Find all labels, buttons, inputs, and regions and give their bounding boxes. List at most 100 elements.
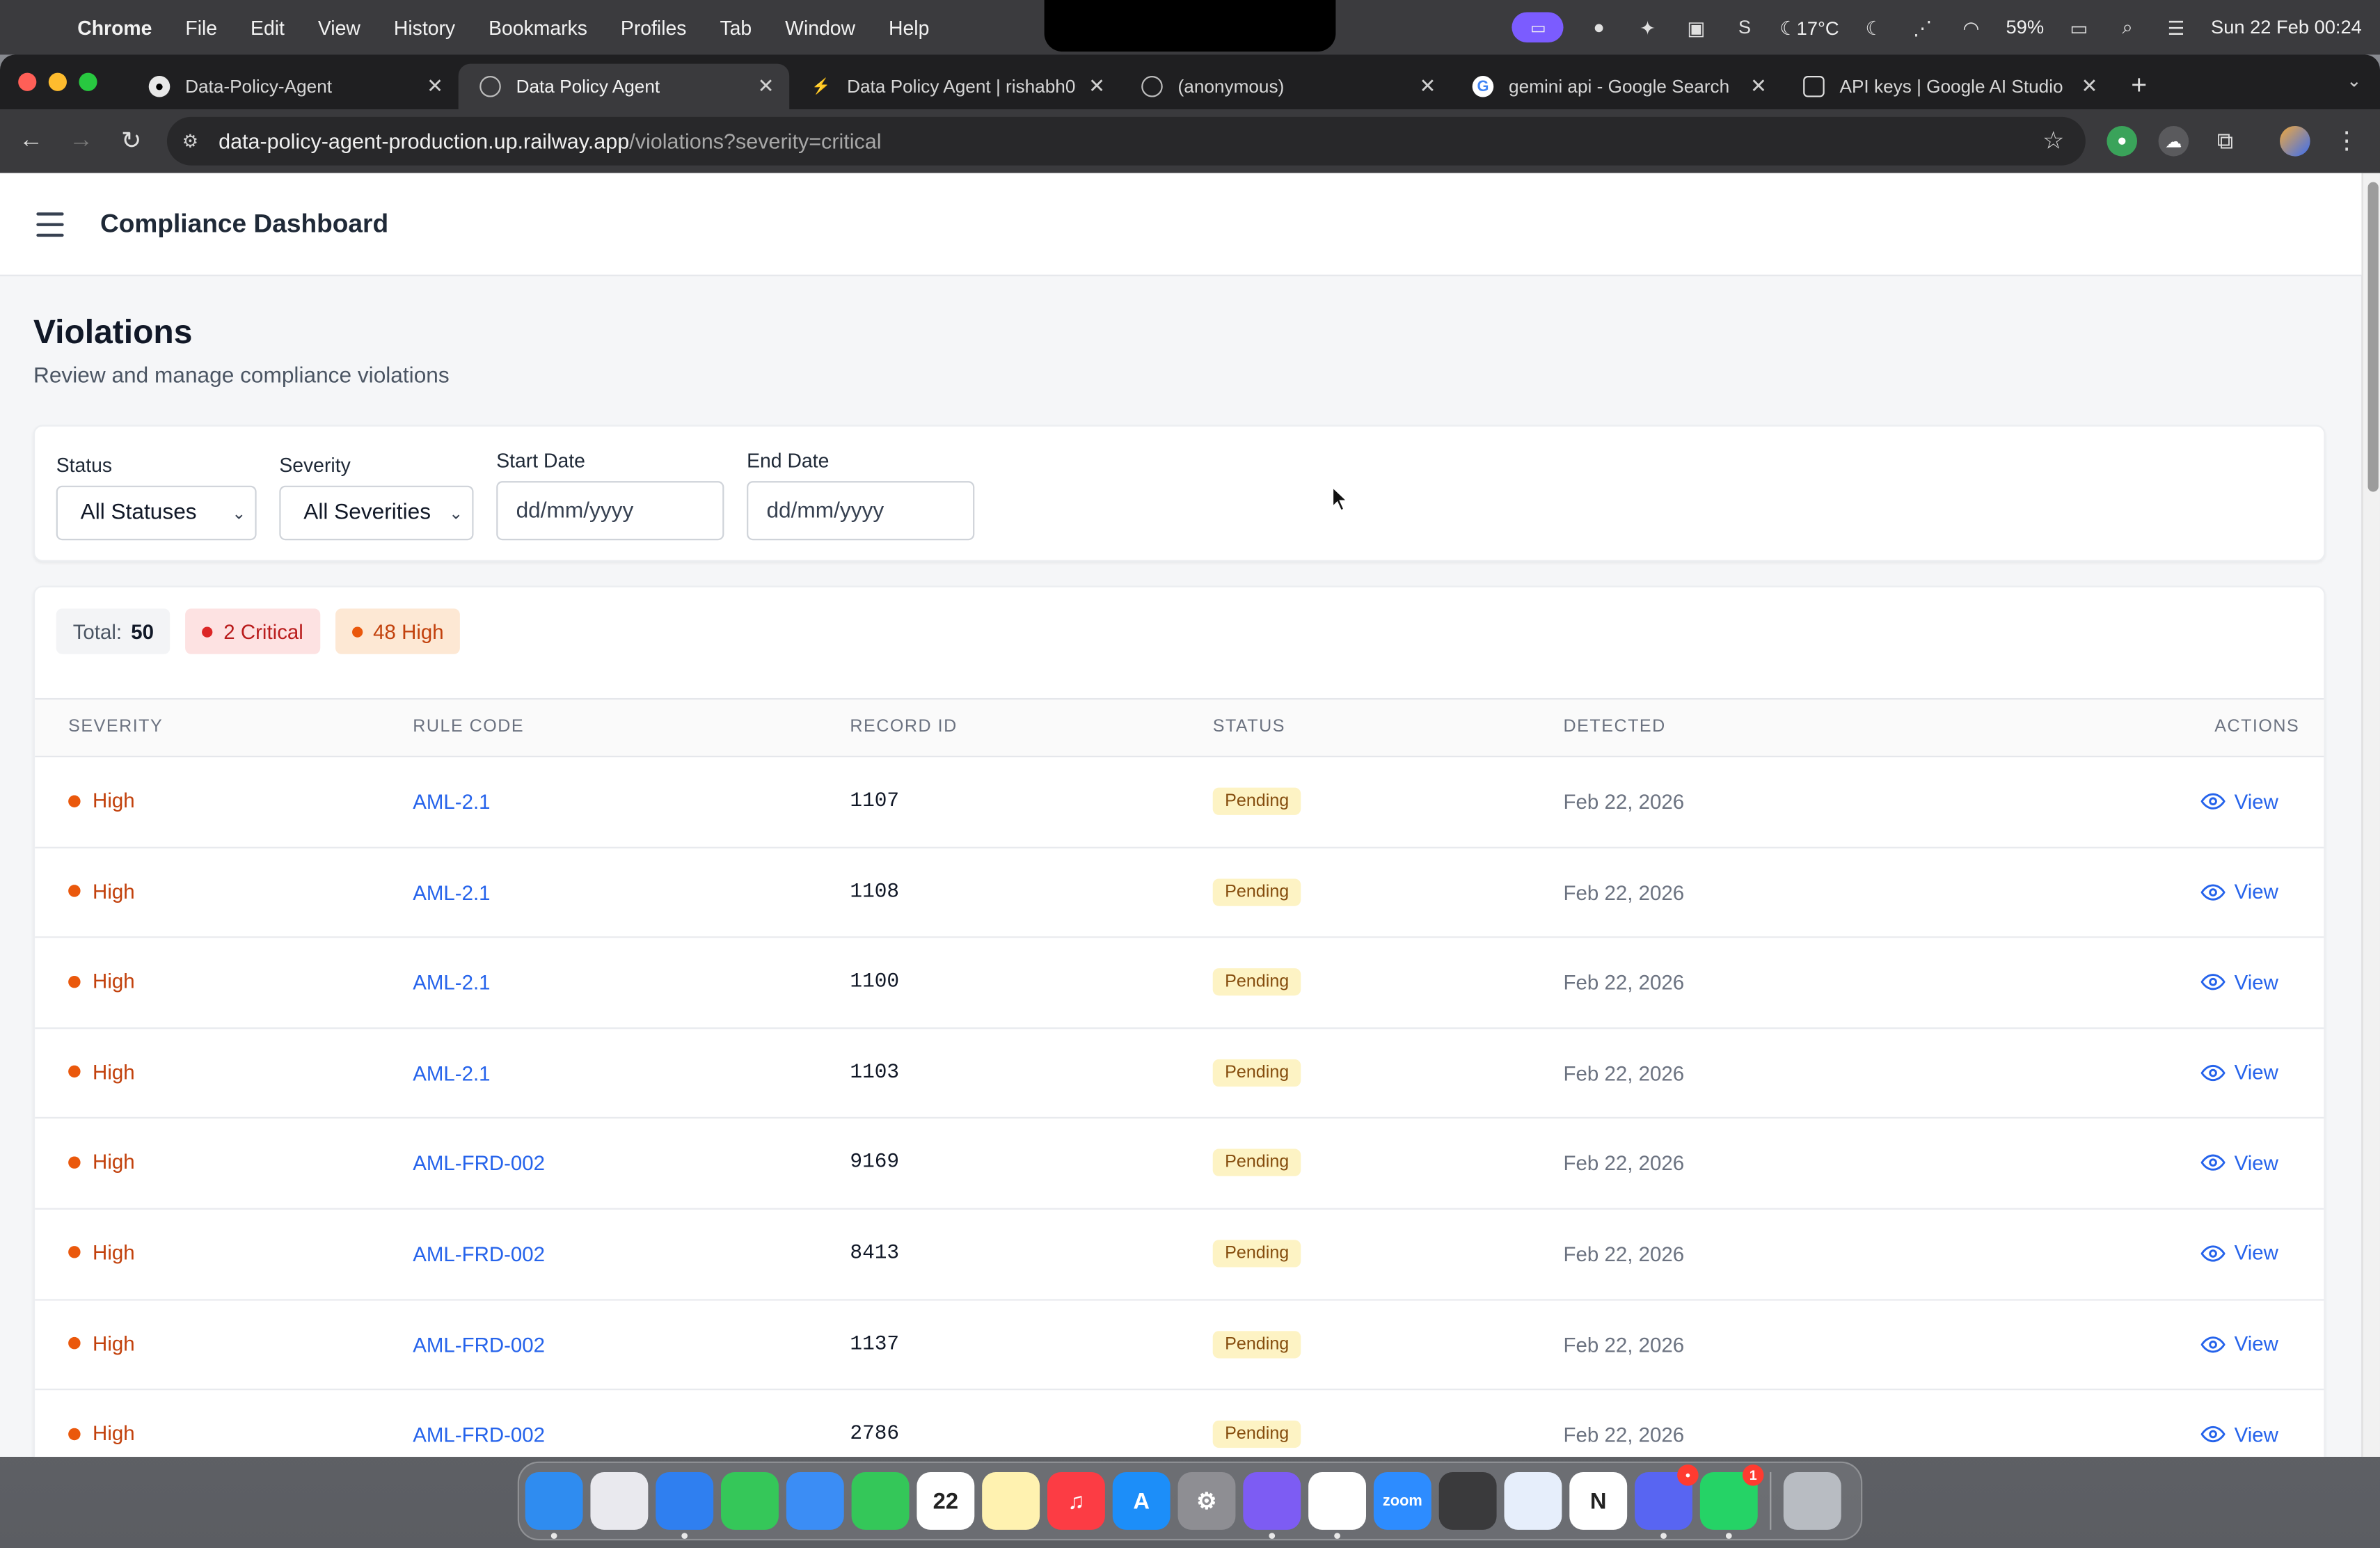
column-header-severity[interactable]: SEVERITY: [68, 718, 163, 736]
status-select[interactable]: All Statuses ⌄: [56, 485, 257, 541]
more-menu-icon[interactable]: ⋮: [2331, 126, 2362, 157]
tab-google-search[interactable]: G gemini api - Google Search ✕: [1451, 64, 1782, 109]
record-icon[interactable]: ●: [1585, 17, 1612, 38]
close-icon[interactable]: ✕: [758, 74, 775, 99]
s-app-icon[interactable]: S: [1731, 17, 1758, 38]
column-header-detected[interactable]: DETECTED: [1564, 718, 1666, 736]
discord-icon[interactable]: •: [1635, 1464, 1699, 1539]
rule-code-link[interactable]: AML-2.1: [413, 1062, 490, 1085]
close-window-button[interactable]: [18, 72, 37, 91]
extension-cloud-icon[interactable]: ☁: [2158, 125, 2189, 157]
menu-profiles[interactable]: Profiles: [604, 16, 704, 39]
outlook-icon[interactable]: [1504, 1471, 1562, 1530]
rule-code-link[interactable]: AML-FRD-002: [413, 1424, 545, 1447]
view-button[interactable]: View: [2200, 880, 2278, 904]
view-button[interactable]: View: [2200, 970, 2278, 995]
finder-icon[interactable]: [525, 1471, 583, 1539]
activity-icon[interactable]: ⋰: [1909, 16, 1936, 39]
moon-icon[interactable]: ☾: [1860, 16, 1887, 39]
rule-code-link[interactable]: AML-FRD-002: [413, 1334, 545, 1357]
app-store-icon[interactable]: A: [1112, 1471, 1171, 1530]
display-icon[interactable]: ▣: [1683, 16, 1710, 39]
close-icon[interactable]: ✕: [1420, 74, 1436, 99]
menu-file[interactable]: File: [168, 16, 234, 39]
scrollbar-thumb[interactable]: [2367, 182, 2379, 492]
messages-icon[interactable]: [721, 1471, 779, 1530]
chrome-icon[interactable]: [1308, 1471, 1367, 1539]
view-button[interactable]: View: [2200, 1241, 2278, 1265]
sparkle-icon[interactable]: ✦: [1634, 16, 1661, 39]
calendar-icon[interactable]: 22: [917, 1471, 975, 1530]
view-button[interactable]: View: [2200, 1332, 2278, 1356]
column-header-status[interactable]: STATUS: [1213, 718, 1285, 736]
address-bar[interactable]: ⚙ data-policy-agent-production.up.railwa…: [166, 116, 2086, 166]
menu-bookmarks[interactable]: Bookmarks: [472, 16, 604, 39]
table-row[interactable]: High AML-FRD-002 9169 Pending Feb 22, 2026 Vi…: [35, 1119, 2324, 1210]
table-row[interactable]: High AML-2.1 1108 Pending Feb 22, 2026 View: [35, 848, 2324, 938]
system-settings-icon[interactable]: ⚙: [1177, 1471, 1236, 1530]
view-button[interactable]: View: [2200, 1422, 2278, 1446]
start-date-input[interactable]: dd/mm/yyyy: [496, 481, 724, 541]
view-button[interactable]: View: [2200, 1151, 2278, 1176]
column-header-record-id[interactable]: RECORD ID: [850, 718, 957, 736]
fullscreen-window-button[interactable]: [79, 72, 97, 91]
menu-view[interactable]: View: [301, 16, 377, 39]
wifi-icon[interactable]: ◠: [1958, 16, 1985, 39]
column-header-rule-code[interactable]: RULE CODE: [413, 718, 524, 736]
tab-anonymous[interactable]: (anonymous) ✕: [1120, 64, 1451, 109]
close-icon[interactable]: ✕: [2081, 74, 2098, 99]
reload-icon[interactable]: ↻: [106, 126, 157, 157]
safari-icon[interactable]: [656, 1471, 714, 1539]
close-icon[interactable]: ✕: [1750, 74, 1767, 99]
launchpad-icon[interactable]: [590, 1471, 649, 1530]
site-info-icon[interactable]: ⚙: [182, 131, 219, 152]
close-icon[interactable]: ✕: [1088, 74, 1105, 99]
severity-select[interactable]: All Severities ⌄: [279, 485, 474, 541]
menu-tab[interactable]: Tab: [703, 16, 768, 39]
zoom-icon[interactable]: zoom: [1373, 1471, 1431, 1530]
page-scrollbar[interactable]: [2361, 173, 2380, 1458]
ghost-app-icon[interactable]: [1243, 1471, 1301, 1539]
tab-data-policy-agent[interactable]: Data Policy Agent ✕: [458, 63, 790, 109]
view-button[interactable]: View: [2200, 789, 2278, 814]
bookmark-star-icon[interactable]: ☆: [2042, 126, 2064, 157]
end-date-input[interactable]: dd/mm/yyyy: [747, 481, 975, 541]
trash-icon[interactable]: [1783, 1471, 1841, 1530]
menu-app-name[interactable]: Chrome: [61, 16, 168, 39]
rule-code-link[interactable]: AML-2.1: [413, 972, 490, 995]
table-row[interactable]: High AML-FRD-002 2786 Pending Feb 22, 2026 Vi…: [35, 1391, 2324, 1458]
menu-edit[interactable]: Edit: [234, 16, 301, 39]
extensions-puzzle-icon[interactable]: ⧉: [2210, 126, 2241, 157]
pear-app-icon[interactable]: [1438, 1471, 1497, 1530]
menu-history[interactable]: History: [377, 16, 472, 39]
rule-code-link[interactable]: AML-2.1: [413, 791, 490, 814]
hamburger-menu-icon[interactable]: [0, 173, 100, 276]
view-button[interactable]: View: [2200, 1061, 2278, 1085]
close-icon[interactable]: ✕: [427, 74, 443, 99]
table-row[interactable]: High AML-2.1 1103 Pending Feb 22, 2026 View: [35, 1029, 2324, 1119]
rule-code-link[interactable]: AML-FRD-002: [413, 1153, 545, 1176]
tab-ai-studio[interactable]: API keys | Google AI Studio ✕: [1782, 64, 2113, 109]
table-row[interactable]: High AML-FRD-002 8413 Pending Feb 22, 2026 Vi…: [35, 1210, 2324, 1300]
search-icon[interactable]: ⌕: [2113, 16, 2141, 39]
profile-avatar-icon[interactable]: [2280, 125, 2310, 157]
notion-icon[interactable]: N: [1569, 1471, 1628, 1530]
chevron-down-icon[interactable]: ⌄: [2347, 70, 2362, 91]
tab-railway[interactable]: ⚡ Data Policy Agent | rishabh00 ✕: [789, 64, 1120, 109]
table-row[interactable]: High AML-2.1 1107 Pending Feb 22, 2026 View: [35, 757, 2324, 848]
tab-data-policy-agent-github[interactable]: ● Data-Policy-Agent ✕: [127, 64, 458, 109]
extension-green-icon[interactable]: ●: [2107, 125, 2138, 157]
screen-share-icon[interactable]: ▭: [1512, 12, 1564, 43]
mail-icon[interactable]: [786, 1471, 844, 1530]
back-arrow-icon[interactable]: ←: [6, 127, 56, 155]
control-center-icon[interactable]: ☰: [2162, 16, 2189, 39]
new-tab-button[interactable]: +: [2113, 69, 2165, 101]
menubar-clock[interactable]: Sun 22 Feb 00:24: [2211, 17, 2362, 38]
table-row[interactable]: High AML-2.1 1100 Pending Feb 22, 2026 View: [35, 938, 2324, 1029]
menu-window[interactable]: Window: [768, 16, 872, 39]
rule-code-link[interactable]: AML-FRD-002: [413, 1243, 545, 1266]
whatsapp-icon[interactable]: 1: [1699, 1464, 1764, 1539]
weather-icon[interactable]: ☾17°C: [1779, 16, 1839, 39]
table-row[interactable]: High AML-FRD-002 1137 Pending Feb 22, 2026 Vi…: [35, 1300, 2324, 1391]
notes-icon[interactable]: [982, 1471, 1040, 1530]
